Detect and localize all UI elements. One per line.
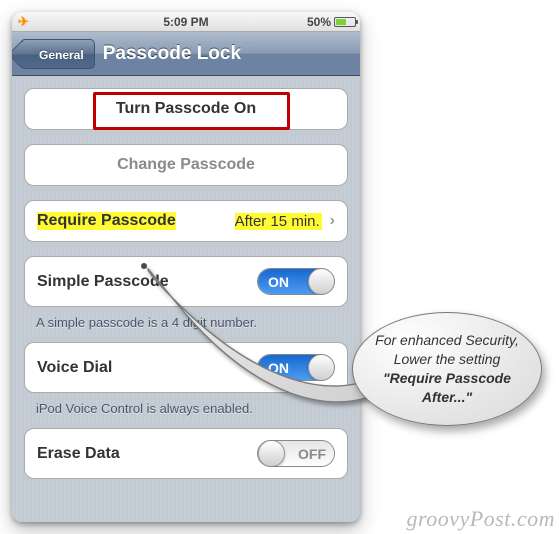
simple-passcode-toggle[interactable]: OFF ON <box>257 268 335 295</box>
simple-passcode-label: Simple Passcode <box>37 273 169 291</box>
status-left: ✈ <box>18 14 29 30</box>
back-button[interactable]: General <box>20 39 95 69</box>
group-turn-on: Turn Passcode On <box>24 88 348 130</box>
toggle-knob <box>258 440 285 467</box>
turn-passcode-on-button[interactable]: Turn Passcode On <box>25 89 347 129</box>
voice-dial-toggle[interactable]: OFF ON <box>257 354 335 381</box>
page-title: Passcode Lock <box>103 43 241 65</box>
nav-bar: General Passcode Lock <box>12 32 360 76</box>
status-time: 5:09 PM <box>163 15 208 29</box>
simple-passcode-row: Simple Passcode OFF ON <box>25 257 347 306</box>
toggle-knob <box>308 268 335 295</box>
group-erase: Erase Data OFF ON <box>24 428 348 479</box>
turn-passcode-on-label: Turn Passcode On <box>116 100 256 118</box>
toggle-knob <box>308 354 335 381</box>
erase-data-toggle[interactable]: OFF ON <box>257 440 335 467</box>
status-right: 50% <box>307 15 356 29</box>
group-require: Require Passcode After 15 min. › <box>24 200 348 242</box>
group-voice: Voice Dial OFF ON <box>24 342 348 393</box>
require-passcode-row[interactable]: Require Passcode After 15 min. › <box>25 201 347 241</box>
callout-text: For enhanced Security, Lower the setting <box>375 332 519 367</box>
battery-percent: 50% <box>307 15 331 29</box>
annotation-callout: For enhanced Security, Lower the setting… <box>352 312 542 426</box>
airplane-mode-icon: ✈ <box>18 14 29 30</box>
chevron-right-icon: › <box>330 212 335 230</box>
require-passcode-value: After 15 min. <box>235 213 322 230</box>
voice-dial-footer: iPod Voice Control is always enabled. <box>24 399 348 428</box>
require-passcode-label: Require Passcode <box>37 212 176 230</box>
change-passcode-button[interactable]: Change Passcode <box>25 145 347 185</box>
annotation-anchor-dot <box>141 263 147 269</box>
content-area[interactable]: Turn Passcode On Change Passcode Require… <box>12 76 360 522</box>
group-change: Change Passcode <box>24 144 348 186</box>
device-frame: ✈ 5:09 PM 50% General Passcode Lock Turn… <box>12 12 360 522</box>
voice-dial-row: Voice Dial OFF ON <box>25 343 347 392</box>
change-passcode-label: Change Passcode <box>117 156 255 174</box>
callout-bold: "Require Passcode After..." <box>383 370 511 405</box>
back-button-label: General <box>39 48 84 62</box>
erase-data-label: Erase Data <box>37 445 120 463</box>
status-bar: ✈ 5:09 PM 50% <box>12 12 360 32</box>
erase-data-row: Erase Data OFF ON <box>25 429 347 478</box>
group-simple: Simple Passcode OFF ON <box>24 256 348 307</box>
battery-icon <box>334 17 356 27</box>
watermark: groovyPost.com <box>406 506 555 532</box>
voice-dial-label: Voice Dial <box>37 359 112 377</box>
simple-passcode-footer: A simple passcode is a 4 digit number. <box>24 313 348 342</box>
